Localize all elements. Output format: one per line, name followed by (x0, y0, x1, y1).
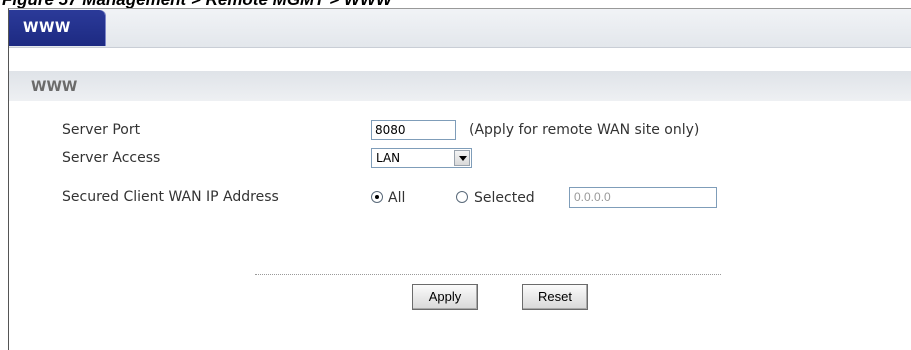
server-access-label: Server Access (62, 150, 161, 166)
ip-address-input[interactable]: 0.0.0.0 (569, 187, 717, 208)
section-header: WWW (9, 71, 911, 101)
radio-all-label: All (388, 190, 406, 206)
divider (255, 274, 721, 275)
tab-www-label: WWW (23, 20, 71, 36)
server-access-value: LAN (376, 151, 401, 165)
server-port-label: Server Port (62, 122, 141, 138)
secured-client-label: Secured Client WAN IP Address (62, 189, 279, 205)
section-title: WWW (31, 79, 78, 95)
chevron-down-icon[interactable] (454, 150, 470, 166)
figure-caption: Figure 57 Management > Remote MGMT > WWW (0, 0, 911, 8)
radio-selected[interactable] (456, 191, 468, 203)
apply-button[interactable]: Apply (412, 284, 478, 310)
tab-www[interactable]: WWW (9, 10, 105, 46)
reset-button[interactable]: Reset (522, 284, 588, 310)
server-port-input[interactable]: 8080 (371, 120, 456, 140)
tab-bar: WWW (9, 9, 911, 48)
server-access-select[interactable]: LAN (371, 148, 472, 168)
figure-caption-text: Figure 57 Management > Remote MGMT > WWW (2, 0, 392, 8)
radio-selected-label: Selected (474, 190, 535, 206)
server-port-hint: (Apply for remote WAN site only) (469, 122, 700, 138)
radio-all[interactable] (371, 191, 383, 203)
config-panel: WWW WWW Server Port 8080 (Apply for remo… (8, 8, 911, 350)
